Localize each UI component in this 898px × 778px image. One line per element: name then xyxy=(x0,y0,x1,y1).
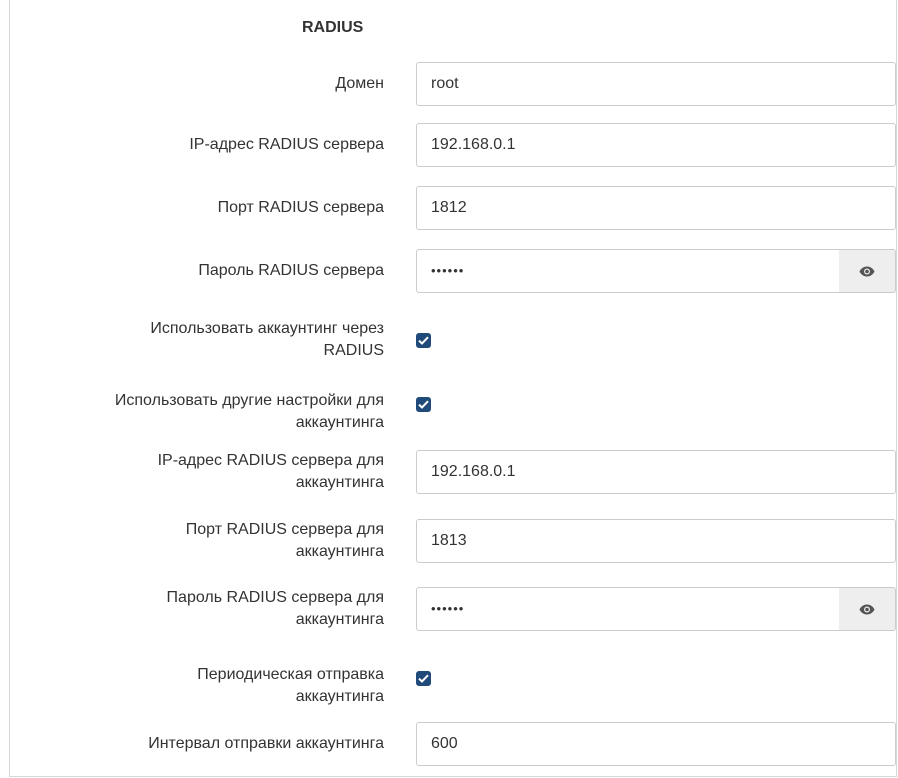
checkmark-icon xyxy=(418,400,429,409)
show-password-button[interactable] xyxy=(839,249,896,293)
use-accounting-label: Использовать аккаунтинг через RADIUS xyxy=(150,320,384,359)
interval-input[interactable]: 600 xyxy=(416,722,896,766)
other-settings-label: Использовать другие настройки для аккаун… xyxy=(114,392,384,431)
server-port-label: Порт RADIUS сервера xyxy=(217,199,384,216)
acct-ip-input[interactable]: 192.168.0.1 xyxy=(416,450,896,494)
acct-port-input[interactable]: 1813 xyxy=(416,519,896,563)
server-ip-label: IP-адрес RADIUS сервера xyxy=(189,136,384,153)
domain-label: Домен xyxy=(335,75,384,92)
section-title: RADIUS xyxy=(302,19,364,36)
checkmark-icon xyxy=(418,674,429,683)
acct-password-label: Пароль RADIUS сервера для аккаунтинга xyxy=(166,589,384,628)
other-settings-checkbox[interactable] xyxy=(416,397,431,412)
eye-icon xyxy=(859,266,875,276)
periodic-label: Периодическая отправка аккаунтинга xyxy=(197,666,384,705)
server-ip-input[interactable]: 192.168.0.1 xyxy=(416,123,896,167)
acct-password-input[interactable]: •••••• xyxy=(416,587,840,631)
checkmark-icon xyxy=(418,336,429,345)
server-password-input[interactable]: •••••• xyxy=(416,249,840,293)
radius-settings-panel: RADIUS Домен root IP-адрес RADIUS сервер… xyxy=(9,0,897,777)
domain-input[interactable]: root xyxy=(416,62,896,106)
server-password-label: Пароль RADIUS сервера xyxy=(198,262,384,279)
show-acct-password-button[interactable] xyxy=(839,587,896,631)
eye-icon xyxy=(859,604,875,614)
acct-ip-label: IP-адрес RADIUS сервера для аккаунтинга xyxy=(157,452,384,491)
use-accounting-checkbox[interactable] xyxy=(416,333,431,348)
acct-port-label: Порт RADIUS сервера для аккаунтинга xyxy=(185,521,384,560)
interval-label: Интервал отправки аккаунтинга xyxy=(148,735,384,752)
periodic-checkbox[interactable] xyxy=(416,671,431,686)
server-port-input[interactable]: 1812 xyxy=(416,186,896,230)
